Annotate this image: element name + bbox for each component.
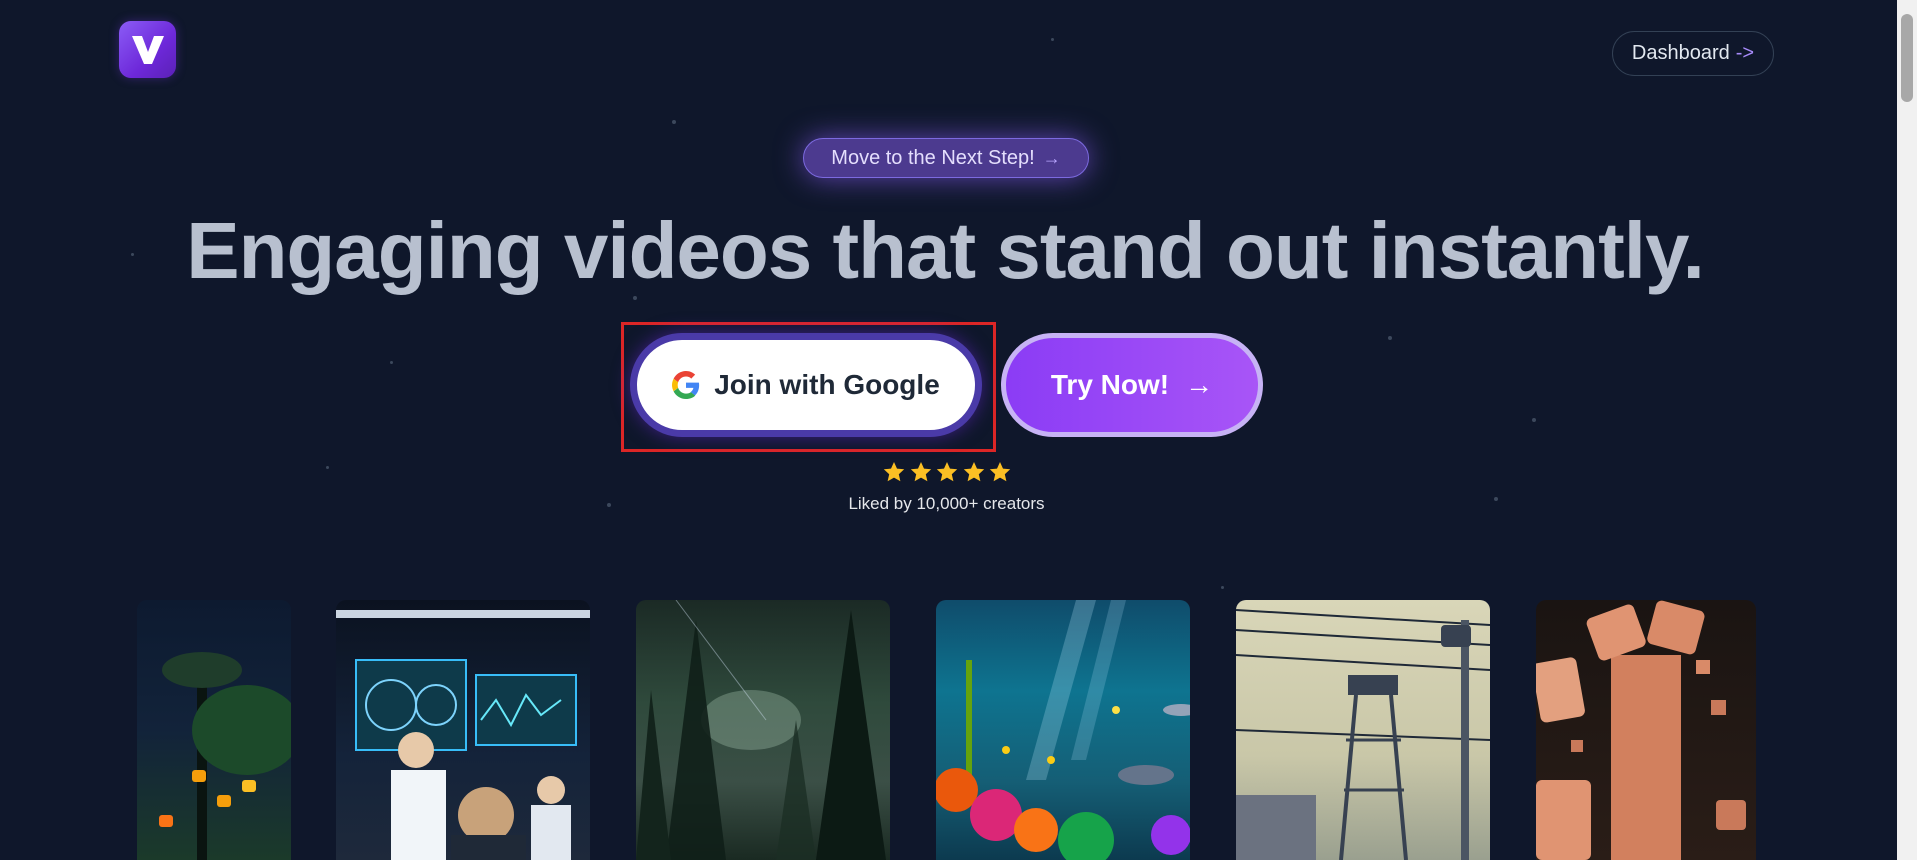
dashboard-button[interactable]: Dashboard ->: [1612, 31, 1774, 76]
underwater-reef-thumbnail[interactable]: [936, 600, 1190, 860]
google-g-icon: [672, 371, 700, 399]
star-icon: [910, 462, 931, 482]
try-now-label: Try Now!: [1050, 369, 1170, 400]
star-icon: [883, 462, 905, 482]
thumbnail-image: [936, 600, 1190, 860]
join-with-google-label: Join with Google: [714, 369, 940, 400]
scientists-lab-thumbnail[interactable]: [336, 600, 590, 860]
star-icon: [936, 462, 958, 482]
star-icon: [989, 462, 1011, 482]
background-star: [1388, 336, 1392, 340]
background-star: [1221, 586, 1224, 589]
try-now-button[interactable]: Try Now! →: [1001, 333, 1263, 437]
night-palm-lanterns-thumbnail[interactable]: [137, 600, 291, 860]
v-logo-icon: [131, 35, 164, 64]
star-icon: [963, 462, 984, 482]
misty-forest-light-thumbnail[interactable]: [636, 600, 890, 860]
crumbling-brick-tower-thumbnail[interactable]: [1536, 600, 1756, 860]
arrow-right-icon: ->: [1735, 42, 1755, 64]
background-star: [1532, 418, 1536, 422]
background-star: [1051, 38, 1054, 41]
watchtower-barbed-wire-thumbnail[interactable]: [1236, 600, 1490, 860]
background-star: [390, 361, 393, 364]
background-star: [672, 120, 676, 124]
thumbnail-image: [159, 652, 291, 860]
arrow-right-icon: →: [1185, 369, 1214, 400]
thumbnail-image: [336, 610, 590, 860]
thumbnail-image: [1536, 600, 1746, 860]
dashboard-label: Dashboard: [1631, 42, 1730, 64]
thumbnail-image: [1236, 609, 1490, 860]
page-scrollbar[interactable]: [1897, 0, 1917, 860]
join-with-google-button[interactable]: Join with Google: [630, 333, 982, 437]
thumbnail-image: [636, 600, 886, 860]
brand-logo[interactable]: [119, 21, 176, 78]
hero-headline: Engaging videos that stand out instantly…: [186, 206, 1705, 295]
rating-stars: [882, 460, 1012, 488]
social-proof-text: Liked by 10,000+ creators: [848, 494, 1045, 513]
arrow-right-icon: →: [1042, 147, 1061, 168]
next-step-pill[interactable]: Move to the Next Step! →: [803, 138, 1089, 178]
next-step-label: Move to the Next Step!: [831, 146, 1035, 169]
background-star: [326, 466, 329, 469]
scrollbar-thumb[interactable]: [1901, 14, 1913, 102]
